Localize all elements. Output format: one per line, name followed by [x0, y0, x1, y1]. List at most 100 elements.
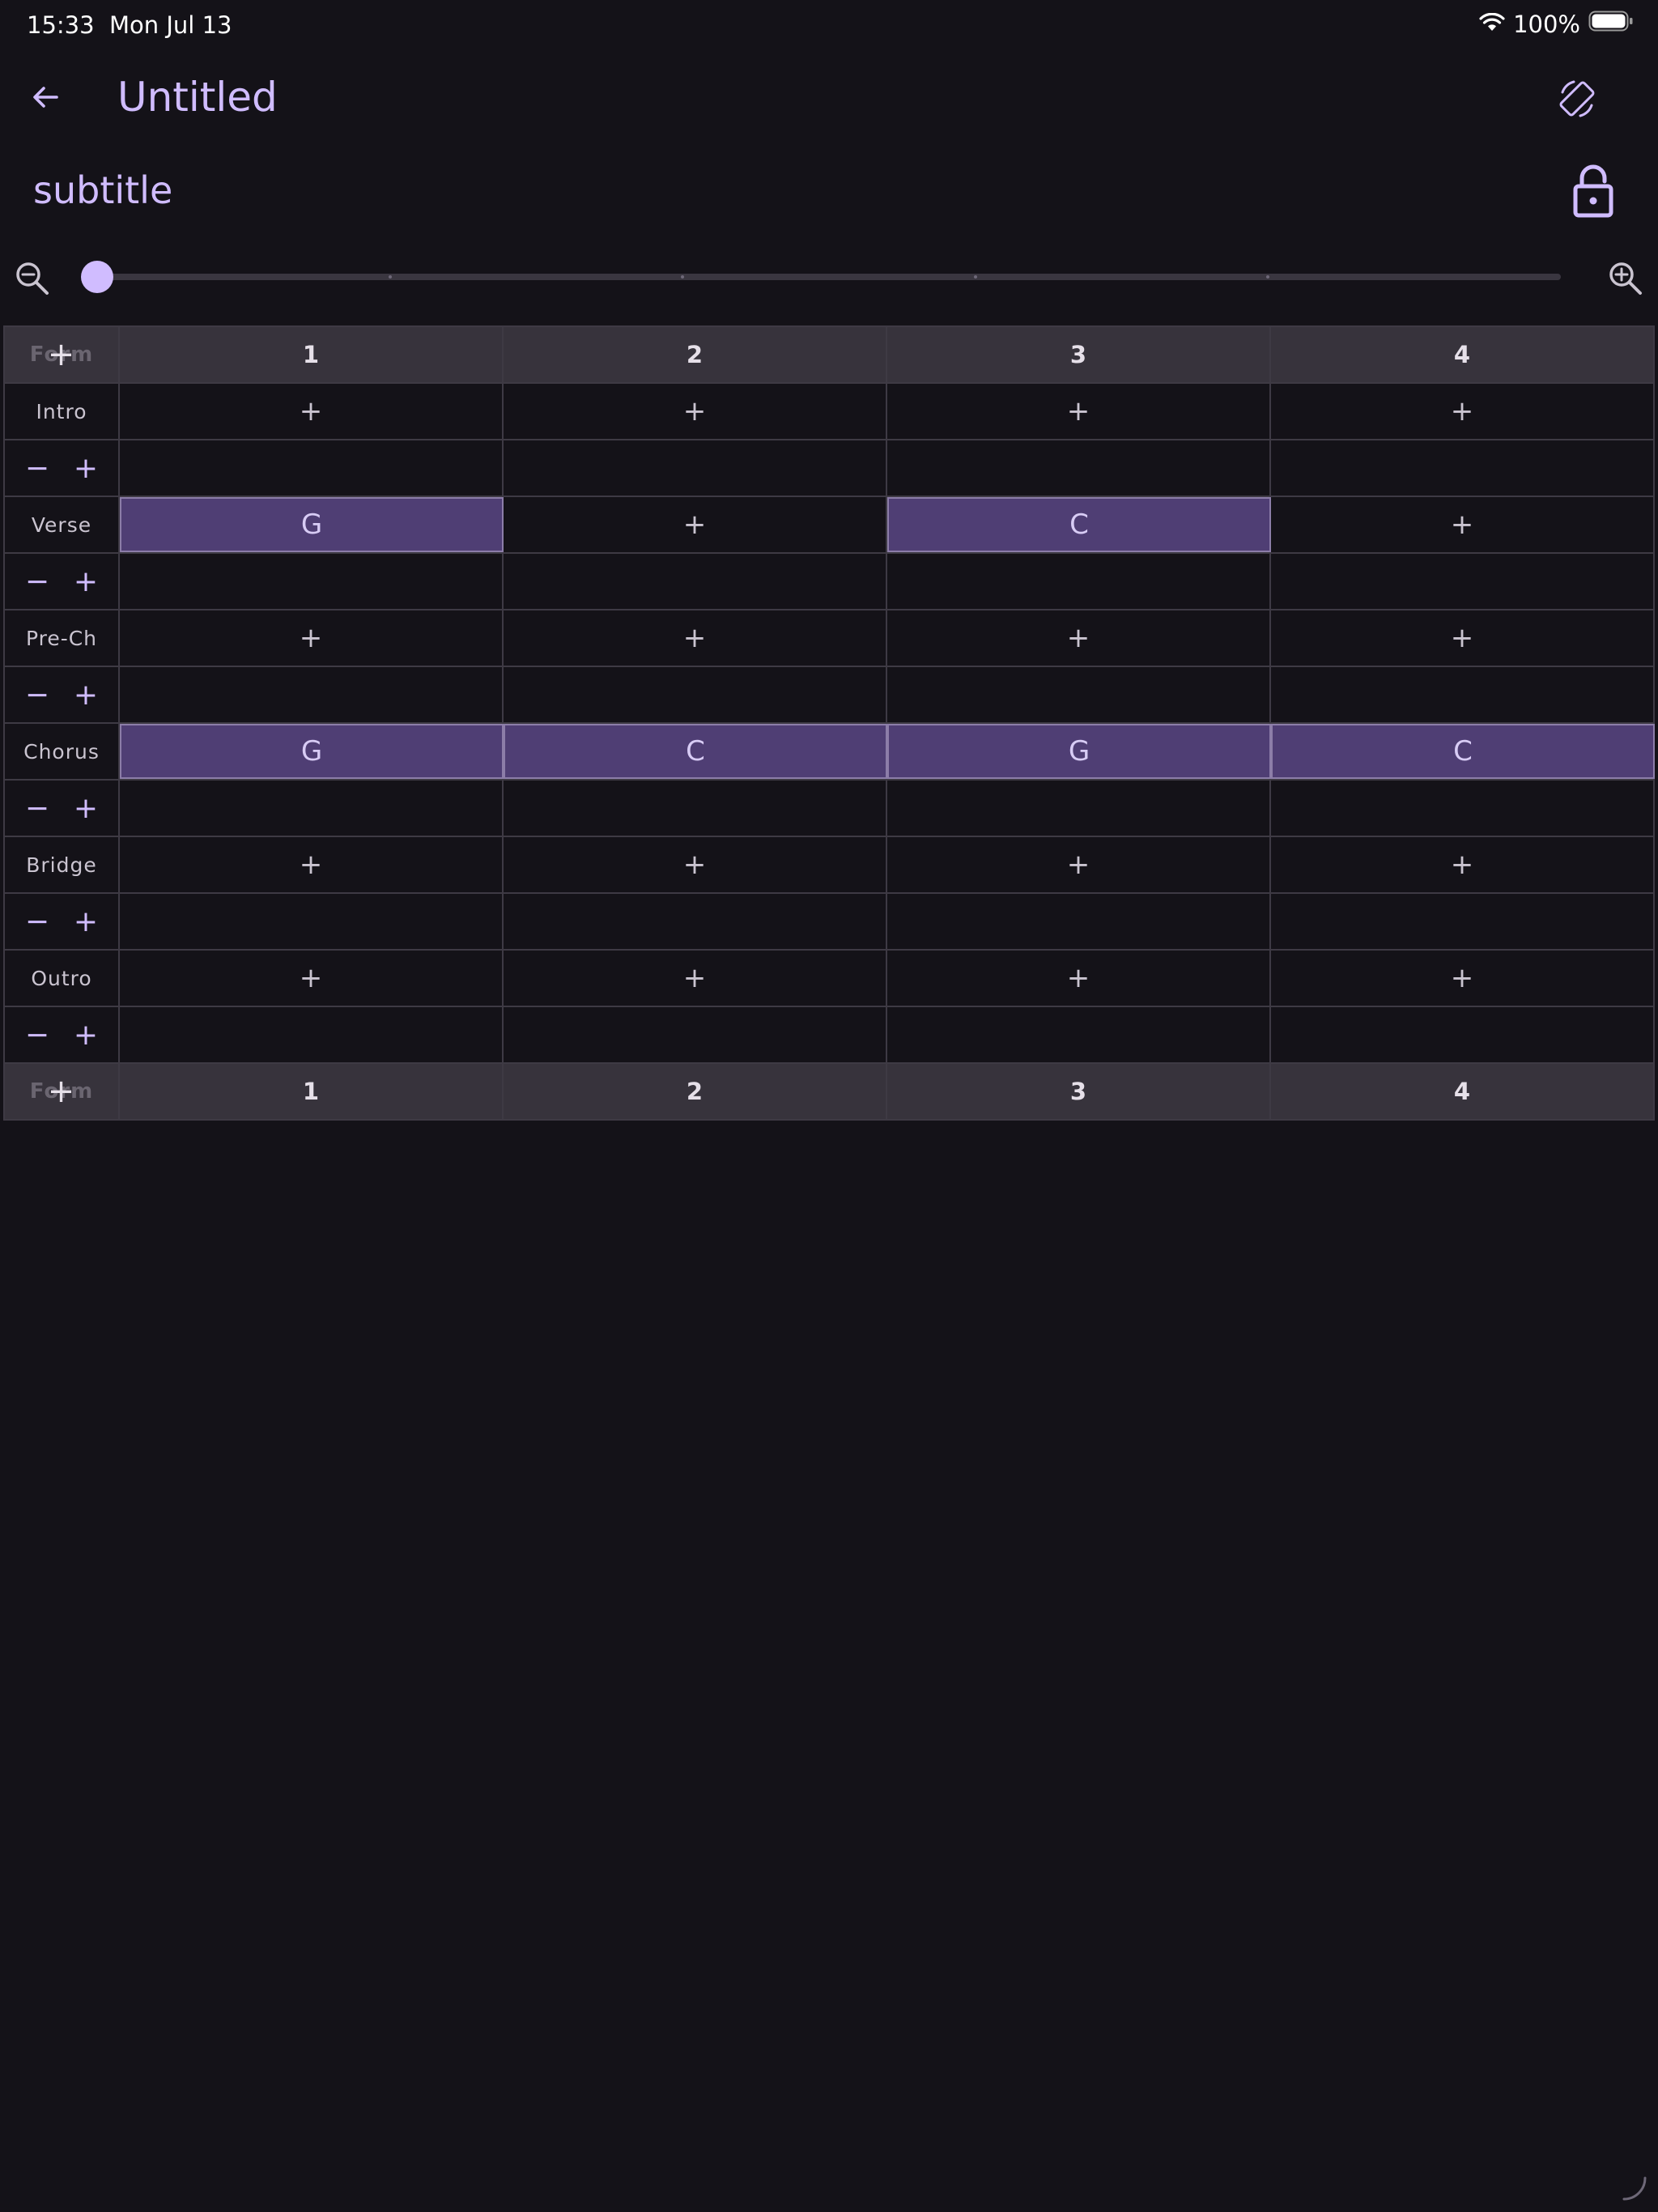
bar-cell[interactable]: C [887, 497, 1271, 552]
bar-cell[interactable]: G [120, 497, 504, 552]
resize-handle-icon [1622, 2176, 1647, 2201]
add-chord-cell[interactable]: + [1271, 384, 1655, 439]
add-chord-button[interactable]: + [1067, 849, 1090, 881]
remove-section-button[interactable]: − [17, 452, 57, 485]
empty-cell [504, 894, 887, 949]
add-chord-button[interactable]: + [683, 962, 707, 994]
add-section-button[interactable]: + [48, 336, 76, 373]
section-label[interactable]: Pre-Ch [5, 610, 120, 666]
add-chord-button[interactable]: + [683, 395, 707, 428]
section-label[interactable]: Intro [5, 384, 120, 439]
add-chord-cell[interactable]: + [887, 951, 1271, 1006]
section-row: Intro + + + + [5, 384, 1655, 440]
add-chord-button[interactable]: + [300, 622, 323, 654]
zoom-slider[interactable] [81, 261, 1561, 293]
chord-block[interactable]: C [887, 497, 1271, 552]
add-chord-button[interactable]: + [683, 622, 707, 654]
section-controls: − + [5, 781, 120, 836]
add-chord-button[interactable]: + [683, 508, 707, 541]
section-label[interactable]: Bridge [5, 837, 120, 892]
add-chord-button[interactable]: + [1451, 508, 1474, 541]
empty-cell [1271, 781, 1655, 836]
bar-cell[interactable]: G [120, 724, 504, 779]
add-chord-cell[interactable]: + [1271, 610, 1655, 666]
add-chord-cell[interactable]: + [504, 837, 887, 892]
section-label[interactable]: Chorus [5, 724, 120, 779]
insert-section-button[interactable]: + [66, 678, 106, 712]
chord-block[interactable]: G [887, 724, 1271, 779]
bar-cell[interactable]: C [504, 724, 887, 779]
subtitle[interactable]: subtitle [33, 162, 172, 219]
bar-number: 2 [686, 341, 704, 368]
back-button[interactable] [19, 71, 71, 123]
add-chord-cell[interactable]: + [120, 837, 504, 892]
chord-block[interactable]: C [504, 724, 887, 779]
add-chord-button[interactable]: + [1067, 622, 1090, 654]
add-chord-cell[interactable]: + [504, 610, 887, 666]
insert-section-button[interactable]: + [66, 792, 106, 825]
remove-section-button[interactable]: − [17, 678, 57, 712]
bar-number-header: 4 [1271, 1064, 1655, 1119]
add-chord-button[interactable]: + [1451, 849, 1474, 881]
remove-section-button[interactable]: − [17, 1019, 57, 1052]
add-chord-cell[interactable]: + [120, 384, 504, 439]
page-title[interactable]: Untitled [117, 71, 278, 123]
bar-number-header: 3 [887, 327, 1271, 382]
add-chord-cell[interactable]: + [120, 951, 504, 1006]
add-chord-button[interactable]: + [1451, 395, 1474, 428]
add-chord-button[interactable]: + [300, 395, 323, 428]
insert-section-button[interactable]: + [66, 452, 106, 485]
rotate-screen-button[interactable] [1548, 70, 1606, 128]
add-chord-cell[interactable]: + [120, 610, 504, 666]
add-chord-button[interactable]: + [1451, 962, 1474, 994]
add-chord-cell[interactable]: + [504, 384, 887, 439]
remove-section-button[interactable]: − [17, 792, 57, 825]
add-section-button[interactable]: + [48, 1073, 76, 1110]
form-corner-cell[interactable]: Form + [5, 1064, 120, 1119]
add-chord-cell[interactable]: + [887, 610, 1271, 666]
section-controls: − + [5, 1007, 120, 1062]
chord-block[interactable]: G [120, 497, 504, 552]
insert-section-button[interactable]: + [66, 1019, 106, 1052]
zoom-row [0, 248, 1658, 306]
empty-cell [120, 781, 504, 836]
zoom-out-button[interactable] [10, 256, 55, 301]
bar-number: 2 [686, 1078, 704, 1105]
add-chord-cell[interactable]: + [504, 951, 887, 1006]
add-chord-cell[interactable]: + [1271, 497, 1655, 552]
insert-section-button[interactable]: + [66, 565, 106, 598]
empty-cell [1271, 894, 1655, 949]
empty-cell [1271, 554, 1655, 609]
app-screen: 15:33 Mon Jul 13 100% Untitled subtitle … [0, 0, 1658, 2212]
add-chord-cell[interactable]: + [1271, 837, 1655, 892]
empty-cell [504, 781, 887, 836]
bar-number: 3 [1069, 341, 1087, 368]
bar-cell[interactable]: G [887, 724, 1271, 779]
add-chord-cell[interactable]: + [504, 497, 887, 552]
remove-section-button[interactable]: − [17, 905, 57, 938]
add-chord-cell[interactable]: + [1271, 951, 1655, 1006]
add-chord-cell[interactable]: + [887, 837, 1271, 892]
section-label[interactable]: Verse [5, 497, 120, 552]
add-chord-button[interactable]: + [300, 849, 323, 881]
chord-block[interactable]: G [120, 724, 504, 779]
remove-section-button[interactable]: − [17, 565, 57, 598]
section-controls: − + [5, 440, 120, 496]
zoom-in-button[interactable] [1603, 256, 1648, 301]
section-label[interactable]: Outro [5, 951, 120, 1006]
bar-cell[interactable]: C [1271, 724, 1655, 779]
add-chord-button[interactable]: + [1451, 622, 1474, 654]
add-chord-button[interactable]: + [1067, 962, 1090, 994]
section-controls: − + [5, 667, 120, 722]
section-row: Pre-Ch + + + + [5, 610, 1655, 667]
add-chord-button[interactable]: + [683, 849, 707, 881]
add-chord-button[interactable]: + [1067, 395, 1090, 428]
form-corner-cell[interactable]: Form + [5, 327, 120, 382]
insert-section-button[interactable]: + [66, 905, 106, 938]
lock-toggle-button[interactable] [1561, 159, 1626, 223]
add-chord-cell[interactable]: + [887, 384, 1271, 439]
add-chord-button[interactable]: + [300, 962, 323, 994]
chord-block[interactable]: C [1271, 724, 1655, 779]
empty-cell [1271, 1007, 1655, 1062]
zoom-slider-thumb[interactable] [81, 261, 113, 293]
